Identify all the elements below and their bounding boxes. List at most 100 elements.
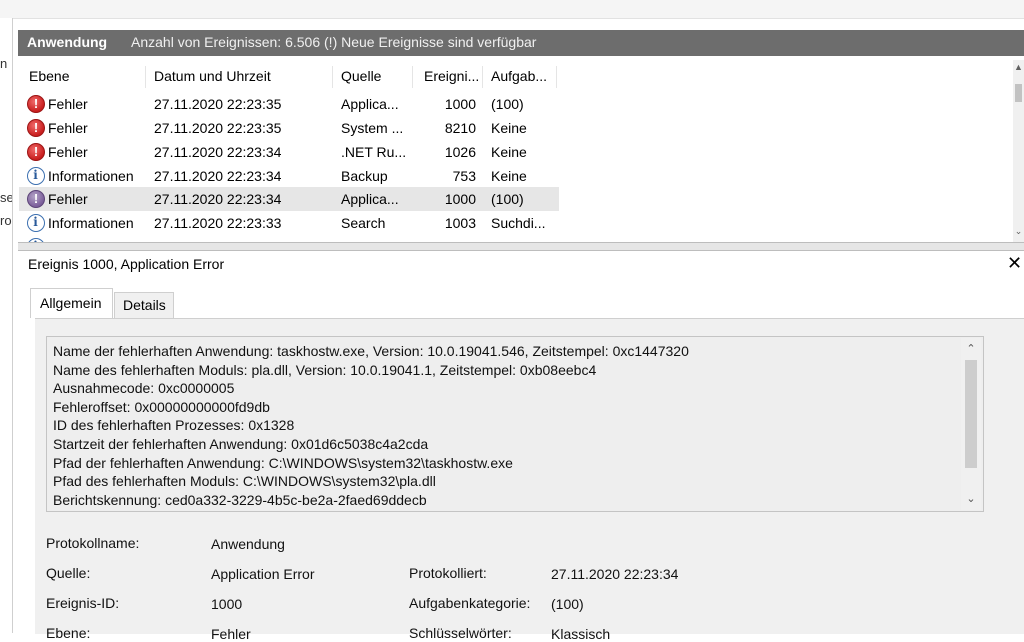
event-id: 1026 xyxy=(444,144,476,160)
column-header-datum[interactable]: Datum und Uhrzeit xyxy=(154,68,271,84)
scroll-down-arrow-icon[interactable]: ⌄ xyxy=(961,492,981,505)
nav-fragment: n xyxy=(0,56,8,71)
event-id: 1000 xyxy=(444,96,476,112)
event-source: System ... xyxy=(341,120,404,136)
scroll-up-arrow-icon[interactable]: ▲ xyxy=(1013,62,1024,72)
event-id: 8210 xyxy=(444,120,476,136)
event-list[interactable]: Ebene Datum und Uhrzeit Quelle Ereigni..… xyxy=(19,60,1013,242)
description-line: Ausnahmecode: 0xc0000005 xyxy=(53,380,235,396)
description-line: Name der fehlerhaften Anwendung: taskhos… xyxy=(53,343,689,359)
event-id: 1000 xyxy=(444,191,476,207)
scroll-up-arrow-icon[interactable]: ⌃ xyxy=(961,342,981,355)
column-divider[interactable] xyxy=(332,66,333,88)
nav-fragment: ro xyxy=(0,213,12,228)
event-task: Keine xyxy=(491,120,527,136)
event-count-info: Anzahl von Ereignissen: 6.506 (!) Neue E… xyxy=(131,34,537,50)
description-line: Startzeit der fehlerhaften Anwendung: 0x… xyxy=(53,436,429,452)
nav-fragment: se xyxy=(0,190,13,205)
event-task: (100) xyxy=(491,96,524,112)
column-header-ereignis-id[interactable]: Ereigni... xyxy=(424,68,479,84)
window-top-strip xyxy=(0,0,1024,19)
scroll-thumb[interactable] xyxy=(965,360,977,468)
event-row-partial[interactable] xyxy=(19,235,559,242)
event-source: .NET Ru... xyxy=(341,144,407,160)
column-header-aufgabenkategorie[interactable]: Aufgab... xyxy=(491,68,547,84)
description-line: ID des fehlerhaften Prozesses: 0x1328 xyxy=(53,417,295,433)
field-label-schluesselwoerter: Schlüsselwörter: xyxy=(409,625,512,641)
description-line: Name des fehlerhaften Moduls: pla.dll, V… xyxy=(53,362,597,378)
log-header-bar: Anwendung Anzahl von Ereignissen: 6.506 … xyxy=(18,30,1024,56)
info-icon xyxy=(27,214,45,232)
field-value-quelle: Application Error xyxy=(211,566,315,582)
field-label-quelle: Quelle: xyxy=(46,565,91,581)
column-header-ebene[interactable]: Ebene xyxy=(29,68,69,84)
tab-details[interactable]: Details xyxy=(114,292,174,318)
column-divider[interactable] xyxy=(145,66,146,88)
info-icon xyxy=(27,167,45,185)
event-row-selected[interactable]: Fehler 27.11.2020 22:23:34 Applica... 10… xyxy=(19,187,559,211)
tab-allgemein[interactable]: Allgemein xyxy=(30,288,113,318)
field-value-ereignis-id: 1000 xyxy=(211,596,243,612)
detail-title: Ereignis 1000, Application Error xyxy=(28,256,225,272)
scroll-thumb[interactable] xyxy=(1015,84,1022,102)
error-icon xyxy=(27,95,45,113)
event-id: 1003 xyxy=(444,215,476,231)
event-description-box[interactable]: Name der fehlerhaften Anwendung: taskhos… xyxy=(46,336,984,512)
field-label-protokolliert: Protokolliert: xyxy=(409,565,487,581)
event-row[interactable]: Informationen 27.11.2020 22:23:33 Search… xyxy=(19,211,559,235)
event-source: Applica... xyxy=(341,191,399,207)
field-value-protokollname: Anwendung xyxy=(211,536,285,552)
event-task: Keine xyxy=(491,168,527,184)
event-date: 27.11.2020 22:23:34 xyxy=(154,168,282,184)
field-label-ereignis-id: Ereignis-ID: xyxy=(46,595,120,611)
event-source: Applica... xyxy=(341,96,399,112)
field-label-protokollname: Protokollname: xyxy=(46,535,140,551)
event-row[interactable]: Fehler 27.11.2020 22:23:35 System ... 82… xyxy=(19,116,559,140)
event-level: Fehler xyxy=(48,144,88,160)
event-level: Informationen xyxy=(48,215,134,231)
scroll-down-arrow-icon[interactable]: ⌄ xyxy=(1013,226,1024,237)
tab-label: Details xyxy=(123,297,166,313)
event-date: 27.11.2020 22:23:35 xyxy=(154,96,282,112)
description-scrollbar[interactable]: ⌃ ⌄ xyxy=(961,338,981,510)
description-line: Pfad der fehlerhaften Anwendung: C:\WIND… xyxy=(53,455,513,471)
event-row[interactable]: Fehler 27.11.2020 22:23:34 .NET Ru... 10… xyxy=(19,140,559,164)
column-divider[interactable] xyxy=(556,66,557,88)
event-date: 27.11.2020 22:23:33 xyxy=(154,215,282,231)
navigation-pane[interactable]: n se ro xyxy=(0,18,13,633)
event-date: 27.11.2020 22:23:34 xyxy=(154,191,282,207)
error-icon xyxy=(27,119,45,137)
event-level: Fehler xyxy=(48,96,88,112)
event-row[interactable]: Informationen 27.11.2020 22:23:34 Backup… xyxy=(19,164,559,188)
log-title: Anwendung xyxy=(27,34,108,50)
event-source: Search xyxy=(341,215,386,231)
field-value-schluesselwoerter: Klassisch xyxy=(551,626,611,642)
field-label-aufgabenkategorie: Aufgabenkategorie: xyxy=(409,595,531,611)
close-icon[interactable]: ✕ xyxy=(1007,253,1022,274)
tab-label: Allgemein xyxy=(40,295,102,311)
error-icon xyxy=(27,143,45,161)
event-task: Keine xyxy=(491,144,527,160)
description-line: Berichtskennung: ced0a332-3229-4b5c-be2a… xyxy=(53,492,427,508)
field-value-ebene: Fehler xyxy=(211,626,251,642)
event-level: Fehler xyxy=(48,191,88,207)
event-task: Suchdi... xyxy=(491,215,546,231)
event-date: 27.11.2020 22:23:34 xyxy=(154,144,282,160)
event-list-scrollbar[interactable]: ▲ ⌄ xyxy=(1013,60,1024,242)
field-value-protokolliert: 27.11.2020 22:23:34 xyxy=(551,566,679,582)
error-icon xyxy=(27,190,45,208)
pane-splitter[interactable] xyxy=(18,242,1024,251)
column-divider[interactable] xyxy=(482,66,483,88)
description-line: Pfad des fehlerhaften Moduls: C:\WINDOWS… xyxy=(53,473,436,489)
event-row[interactable]: Fehler 27.11.2020 22:23:35 Applica... 10… xyxy=(19,92,559,116)
column-header-quelle[interactable]: Quelle xyxy=(341,68,381,84)
event-date: 27.11.2020 22:23:35 xyxy=(154,120,282,136)
field-label-ebene: Ebene: xyxy=(46,625,91,641)
event-task: (100) xyxy=(491,191,524,207)
event-level: Informationen xyxy=(48,168,134,184)
event-level: Fehler xyxy=(48,120,88,136)
column-divider[interactable] xyxy=(412,66,413,88)
event-id: 753 xyxy=(452,168,476,184)
event-source: Backup xyxy=(341,168,388,184)
description-line: Fehleroffset: 0x00000000000fd9db xyxy=(53,399,270,415)
